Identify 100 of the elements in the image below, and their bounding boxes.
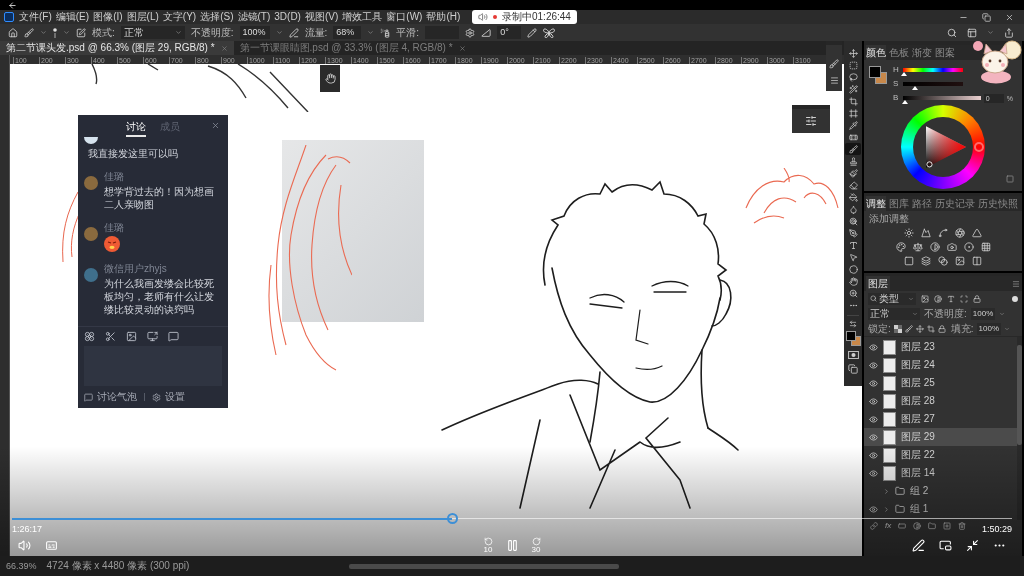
- collapse-icon[interactable]: [966, 539, 979, 552]
- brush-settings-icon[interactable]: [76, 27, 86, 38]
- home-icon[interactable]: [8, 27, 18, 38]
- panel-tab[interactable]: 调整: [866, 196, 886, 211]
- camera-icon[interactable]: [946, 242, 957, 252]
- progress-track[interactable]: [12, 512, 1012, 524]
- slider-thumb[interactable]: [912, 86, 918, 90]
- color-triangle[interactable]: [926, 125, 966, 168]
- stacked-rectangles-icon[interactable]: [848, 364, 858, 374]
- palette-icon[interactable]: [895, 242, 906, 252]
- captions-icon[interactable]: [45, 539, 58, 552]
- opacity-field[interactable]: 100%: [970, 307, 995, 320]
- checkerboard-icon[interactable]: [893, 324, 902, 333]
- lock-icon[interactable]: [937, 324, 946, 333]
- eye-icon[interactable]: [868, 468, 878, 478]
- scan-icon[interactable]: [960, 294, 968, 303]
- menu-item[interactable]: 图层(L): [126, 12, 159, 22]
- settings-icon[interactable]: [465, 27, 476, 38]
- eye-icon[interactable]: [868, 360, 878, 370]
- layer-row[interactable]: 组 2: [864, 482, 1017, 500]
- panel-tab[interactable]: 色板: [889, 45, 909, 60]
- progress-thumb[interactable]: [447, 512, 458, 524]
- eye-icon[interactable]: [868, 450, 878, 460]
- brush-icon[interactable]: [829, 59, 839, 69]
- square-icon[interactable]: [904, 256, 914, 266]
- trash-icon[interactable]: [958, 521, 967, 530]
- workspace-icon[interactable]: [967, 27, 977, 38]
- panel-tab[interactable]: 渐变: [912, 45, 932, 60]
- panel-tab[interactable]: 图案: [935, 45, 955, 60]
- eye-icon[interactable]: [868, 378, 878, 388]
- menu-item[interactable]: 图像(I): [93, 12, 123, 22]
- scissors-icon[interactable]: [105, 331, 116, 342]
- volume-icon[interactable]: [18, 539, 31, 552]
- contrast-icon[interactable]: [913, 521, 922, 530]
- mask-icon[interactable]: [847, 351, 859, 359]
- menu-item[interactable]: 3D(D): [274, 12, 301, 22]
- mountain-icon[interactable]: [921, 228, 931, 238]
- circle-dot-icon[interactable]: [963, 242, 974, 252]
- fx-button[interactable]: fx: [885, 521, 892, 530]
- slider-thumb[interactable]: [901, 100, 908, 104]
- hue-marker-icon[interactable]: [974, 141, 984, 152]
- brush-size-icon[interactable]: [53, 27, 57, 38]
- close-icon[interactable]: [211, 121, 220, 130]
- panel-tab[interactable]: 图库: [889, 196, 909, 211]
- flow-field[interactable]: 68%: [333, 26, 362, 39]
- chat-tab[interactable]: 讨论: [126, 122, 146, 137]
- eye-icon[interactable]: [868, 504, 878, 514]
- angle-icon[interactable]: [481, 27, 492, 38]
- horizontal-scrollbar[interactable]: [349, 563, 620, 569]
- search-icon[interactable]: [947, 27, 957, 38]
- panel-tab[interactable]: 路径: [912, 196, 932, 211]
- plus-square-icon[interactable]: [943, 521, 952, 530]
- layer-row[interactable]: 图层 27: [864, 410, 1017, 428]
- layer-row[interactable]: 图层 24: [864, 356, 1017, 374]
- flower-icon[interactable]: [84, 331, 95, 342]
- image-icon[interactable]: [955, 256, 965, 266]
- layer-row[interactable]: 图层 14: [864, 464, 1017, 482]
- layer-row[interactable]: 图层 23: [864, 338, 1017, 356]
- slider-thumb[interactable]: [901, 72, 908, 76]
- sun-icon[interactable]: [904, 228, 914, 238]
- grid-icon[interactable]: [980, 242, 991, 252]
- layer-row[interactable]: 图层 29: [864, 428, 1017, 446]
- eye-icon[interactable]: [868, 396, 878, 406]
- menu-item[interactable]: 文件(F): [19, 12, 52, 22]
- menu-item[interactable]: 编辑(E): [55, 12, 90, 22]
- back-icon[interactable]: [8, 0, 17, 10]
- curve-icon[interactable]: [938, 228, 948, 238]
- hand-icon[interactable]: [324, 73, 336, 84]
- eye-icon[interactable]: [868, 414, 878, 424]
- swap-icon[interactable]: [849, 320, 857, 328]
- pause-icon[interactable]: [505, 539, 519, 552]
- close-icon[interactable]: [1005, 12, 1014, 22]
- color-swatch-icon[interactable]: [869, 66, 887, 84]
- eye-icon[interactable]: [868, 342, 878, 352]
- layer-row[interactable]: 图层 25: [864, 374, 1017, 392]
- menu-item[interactable]: 选择(S): [200, 12, 234, 22]
- crop-icon[interactable]: [926, 324, 935, 333]
- filter-select[interactable]: 类型: [868, 292, 916, 305]
- mode-select[interactable]: 正常: [120, 26, 185, 39]
- blend-icon[interactable]: [938, 256, 948, 266]
- document-tab[interactable]: 第二节课头发.psd @ 66.3% (图层 29, RGB/8) *: [0, 41, 234, 55]
- eye-icon[interactable]: [868, 432, 878, 442]
- text-icon[interactable]: [947, 294, 955, 303]
- brush-icon[interactable]: [24, 27, 34, 38]
- menu-icon[interactable]: [829, 76, 839, 85]
- rectangle-icon[interactable]: [898, 521, 907, 530]
- color-swatch-icon[interactable]: [845, 331, 861, 346]
- menu-item[interactable]: 窗口(W): [386, 12, 423, 22]
- columns-icon[interactable]: [972, 256, 982, 266]
- tool-button[interactable]: [845, 143, 861, 155]
- restore-icon[interactable]: [982, 12, 991, 22]
- aperture-icon[interactable]: [955, 228, 965, 238]
- chat-bubble-icon[interactable]: [84, 392, 93, 402]
- menu-icon[interactable]: [1012, 279, 1020, 288]
- panel-tab[interactable]: 历史快照: [978, 196, 1018, 211]
- screen-share-icon[interactable]: [147, 331, 158, 342]
- triangle-icon[interactable]: [972, 228, 982, 238]
- fill-field[interactable]: 100%: [976, 322, 1001, 335]
- link-icon[interactable]: [870, 521, 878, 530]
- layer-row[interactable]: 图层 28: [864, 392, 1017, 410]
